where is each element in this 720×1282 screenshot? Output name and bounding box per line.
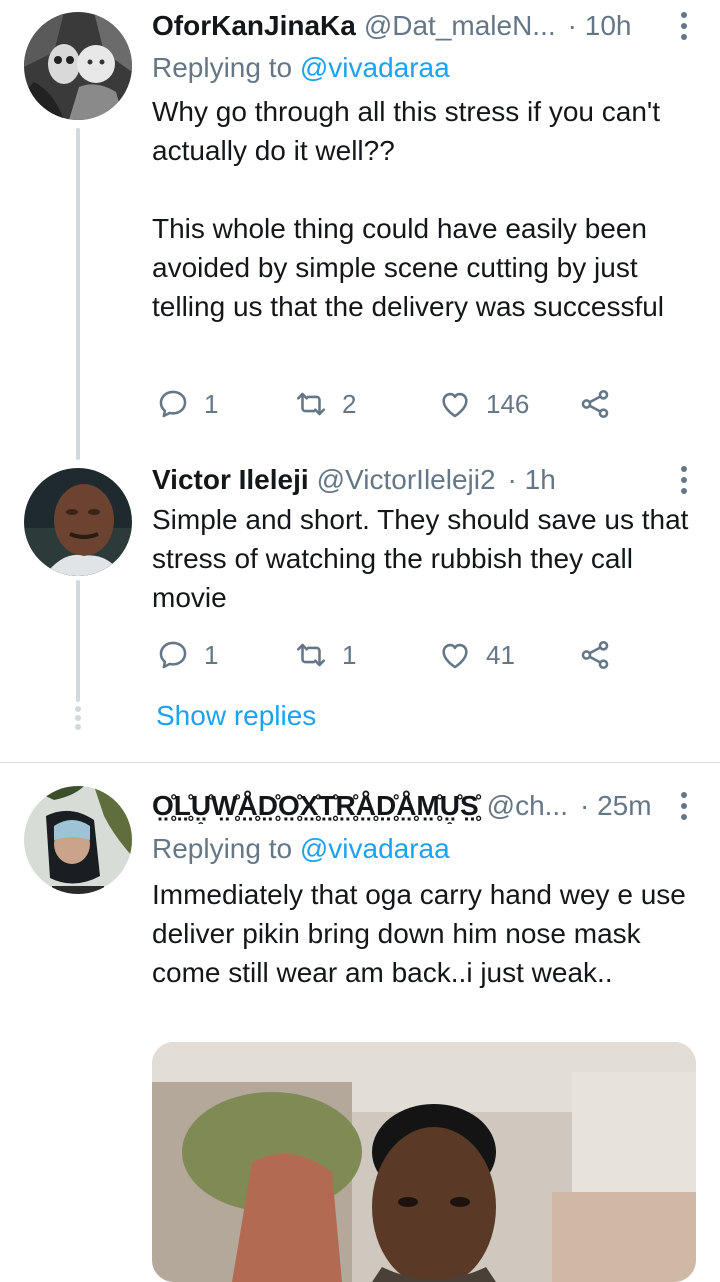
tweet-header: O̤̥̊L̤̥̊Ṳ̥̊W̤̥̊Å̤̥D̤̥̊O̤̥̊X̤̥̊T̤̥̊R̤̥̊Å̤…	[152, 788, 660, 824]
user-handle[interactable]: @Dat_maleN...	[364, 10, 556, 42]
like-icon	[442, 392, 468, 418]
timestamp[interactable]: · 10h	[568, 10, 632, 42]
replying-to: Replying to @vivadaraa	[152, 52, 450, 84]
retweet-count: 1	[342, 639, 357, 670]
replying-to-label: Replying to	[152, 833, 300, 864]
reply-count: 1	[204, 639, 219, 670]
timestamp[interactable]: · 25m	[580, 790, 652, 822]
retweet-button[interactable]: 2	[294, 384, 356, 424]
reply-button[interactable]: 1	[156, 384, 218, 424]
tweet-text: Immediately that oga carry hand wey e us…	[152, 879, 686, 988]
display-name[interactable]: O̤̥̊L̤̥̊Ṳ̥̊W̤̥̊Å̤̥D̤̥̊O̤̥̊X̤̥̊T̤̥̊R̤̥̊Å̤…	[152, 790, 479, 822]
like-count: 146	[486, 388, 530, 419]
thread-divider	[0, 762, 720, 763]
avatar[interactable]	[24, 12, 132, 120]
reply-icon	[159, 641, 187, 669]
thread-line	[76, 580, 80, 702]
avatar[interactable]	[24, 468, 132, 576]
like-icon	[442, 643, 468, 669]
more-vertical-icon[interactable]	[676, 8, 692, 44]
user-handle[interactable]: @VictorIleleji2	[317, 464, 496, 496]
tweet-text: Why go through all this stress if you ca…	[152, 96, 665, 322]
replying-to: Replying to @vivadaraa	[152, 833, 450, 865]
share-icon	[581, 640, 609, 670]
tweet-media-image[interactable]	[152, 1042, 696, 1282]
more-vertical-icon[interactable]	[676, 788, 692, 824]
retweet-button[interactable]: 1	[294, 635, 356, 675]
retweet-icon	[296, 643, 326, 667]
display-name[interactable]: Victor Ileleji	[152, 464, 309, 496]
tweet-header: OforKanJinaKa @Dat_maleN... · 10h	[152, 8, 660, 44]
tweet-1[interactable]: OforKanJinaKa @Dat_maleN... · 10h Replyi…	[0, 0, 720, 460]
share-icon	[581, 389, 609, 419]
reply-icon	[159, 390, 187, 418]
thread-line	[76, 128, 80, 460]
reply-count: 1	[204, 388, 219, 419]
avatar[interactable]	[24, 786, 132, 894]
more-replies-dots	[75, 706, 81, 730]
share-button[interactable]	[578, 635, 612, 675]
replying-to-handle[interactable]: @vivadaraa	[300, 833, 450, 864]
retweet-count: 2	[342, 388, 357, 419]
tweet-actions: 1 2 146	[152, 384, 632, 424]
timestamp[interactable]: · 1h	[508, 464, 556, 496]
like-button[interactable]: 41	[438, 635, 515, 675]
reply-button[interactable]: 1	[156, 635, 218, 675]
more-vertical-icon[interactable]	[676, 462, 692, 498]
replying-to-label: Replying to	[152, 52, 300, 83]
share-button[interactable]	[578, 384, 612, 424]
tweet-actions: 1 1 41	[152, 635, 632, 675]
like-button[interactable]: 146	[438, 384, 529, 424]
display-name[interactable]: OforKanJinaKa	[152, 10, 356, 42]
retweet-icon	[296, 392, 326, 416]
like-count: 41	[486, 639, 515, 670]
replying-to-handle[interactable]: @vivadaraa	[300, 52, 450, 83]
user-handle[interactable]: @ch...	[487, 790, 568, 822]
tweet-header: Victor Ileleji @VictorIleleji2 · 1h	[152, 462, 660, 498]
tweet-2[interactable]: Victor Ileleji @VictorIleleji2 · 1h Simp…	[0, 460, 720, 760]
tweet-text: Simple and short. They should save us th…	[152, 504, 689, 613]
show-replies-link[interactable]: Show replies	[156, 700, 316, 732]
